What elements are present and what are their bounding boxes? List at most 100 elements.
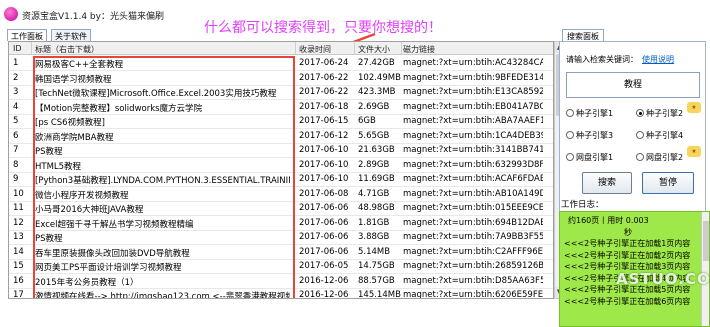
table-row[interactable]: 12 Excel超强千寻千解丛书学习视频教程精编 2017-06-06 1.81GB m… bbox=[9, 216, 553, 231]
row-id: 4 bbox=[13, 101, 19, 112]
row-magnet-link: magnet:?xt=urn:btih:694B12DAB2... bbox=[403, 217, 543, 228]
table-row[interactable]: 17 激情视频在线看--> http://imgshao123.com <--翡翠… bbox=[9, 288, 553, 299]
row-magnet-link: magnet:?xt=urn:btih:ACAF6FDAB9... bbox=[403, 174, 543, 184]
row-size: 11.69GB bbox=[358, 174, 395, 184]
row-id: 12 bbox=[13, 217, 24, 228]
log-scroll-thumb[interactable] bbox=[703, 221, 709, 261]
tab-search-panel[interactable]: 搜索面板 bbox=[562, 29, 604, 41]
row-magnet-link: magnet:?xt=urn:btih:9BFEDE314DF... bbox=[403, 72, 543, 83]
row-magnet-link: magnet:?xt=urn:btih:015EEE9CE02... bbox=[403, 203, 543, 213]
row-size: 4.71GB bbox=[358, 188, 390, 199]
row-date: 2017-06-15 bbox=[299, 116, 349, 126]
row-id: 9 bbox=[13, 174, 19, 184]
row-date: 2017-06-22 bbox=[299, 72, 349, 83]
row-title: 网易极客C++全套教程 bbox=[35, 60, 124, 70]
search-button[interactable]: 搜索 bbox=[582, 172, 632, 194]
radio-netdisk-engine-1[interactable]: 网盘引擎1 bbox=[566, 152, 613, 163]
row-date: 2017-06-06 bbox=[299, 203, 349, 213]
pause-button[interactable]: 暂停 bbox=[642, 172, 694, 194]
row-magnet-link: magnet:?xt=urn:btih:AB10A149DB... bbox=[403, 188, 543, 199]
radio-seed-engine-2[interactable]: 种子引擎2 bbox=[636, 108, 683, 119]
row-magnet-link: magnet:?xt=urn:btih:AC43284CA2... bbox=[403, 58, 543, 68]
row-title: [Python3基础教程].LYNDA.COM.PYTHON.3.ESSENTI… bbox=[35, 176, 290, 186]
col-date-header[interactable]: 收录时间 bbox=[299, 44, 331, 55]
site-watermark: ASTUO.COM bbox=[616, 270, 710, 288]
row-size: 27.42GB bbox=[358, 58, 395, 68]
row-magnet-link: magnet:?xt=urn:btih:1CA4DEB397... bbox=[403, 130, 543, 141]
col-link-header[interactable]: 磁力链接 bbox=[403, 44, 435, 55]
row-magnet-link: magnet:?xt=urn:btih:26859126B... bbox=[403, 261, 543, 271]
radio-icon bbox=[566, 131, 574, 139]
radio-selected-icon bbox=[636, 109, 644, 117]
log-title: 工作日志： bbox=[561, 200, 604, 210]
row-title: 网页美工PS平面设计培训学习视频教程 bbox=[35, 263, 182, 273]
row-id: 1 bbox=[13, 58, 19, 68]
col-size-header[interactable]: 文件大小 bbox=[358, 44, 390, 55]
table-row[interactable]: 4 【Motion完整教程】solidworks魔方云学院 2017-06-18 2.… bbox=[9, 100, 553, 115]
row-date: 2017-06-18 bbox=[299, 101, 349, 112]
row-id: 14 bbox=[13, 246, 24, 257]
table-row[interactable]: 8 HTML5教程 2017-06-10 2.89GB magnet:?xt=urn:b… bbox=[9, 158, 553, 173]
help-link[interactable]: 使用说明 bbox=[642, 55, 674, 64]
search-box: 请输入检索关键词： 使用说明 教程 种子引擎1 种子引擎2 ★ 种子引擎3 种子引… bbox=[559, 41, 706, 217]
row-title: 吞车里原装摄像头改回加装DVD导航教程 bbox=[35, 248, 190, 259]
radio-icon bbox=[636, 153, 644, 161]
row-date: 2017-06-06 bbox=[299, 217, 349, 228]
table-row[interactable]: 7 PS教程 2017-06-10 21.63GB magnet:?xt=urn:bti… bbox=[9, 143, 553, 158]
table-row[interactable]: 11 小马哥2016大神班JAVA教程 2017-06-06 48.98GB magne… bbox=[9, 201, 553, 216]
table-row[interactable]: 5 [ps CS6视频教程] 2017-06-15 6GB magnet:?xt=urn… bbox=[9, 114, 553, 129]
row-size: 5.65GB bbox=[358, 130, 390, 141]
row-id: 7 bbox=[13, 145, 19, 155]
work-log: 约160页丨用时 0.003 秒 <<<2号种子引擎正在加载1页内容 <<<2号种子引… bbox=[559, 211, 710, 327]
radio-seed-engine-4[interactable]: 种子引擎4 bbox=[636, 130, 683, 141]
row-id: 5 bbox=[13, 116, 19, 126]
row-magnet-link: magnet:?xt=urn:btih:C2AFFF96E63... bbox=[403, 246, 543, 257]
row-date: 2016-12-06 bbox=[299, 275, 349, 286]
row-size: 88.57GB bbox=[358, 275, 395, 286]
row-title: Excel超强千寻千解丛书学习视频教程精编 bbox=[35, 219, 194, 230]
radio-seed-engine-3[interactable]: 种子引擎3 bbox=[566, 130, 613, 141]
row-title: PS教程 bbox=[35, 147, 63, 157]
row-magnet-link: magnet:?xt=urn:btih:E13CA8592F9... bbox=[403, 87, 543, 97]
radio-label: 种子引擎2 bbox=[646, 109, 684, 118]
col-title-header[interactable]: 标题（右击下载） bbox=[35, 44, 99, 55]
row-size: 5.14MB bbox=[358, 246, 391, 257]
window-title: 资源宝盒V1.1.4 by：光头猫来偏刷 bbox=[22, 12, 164, 22]
row-magnet-link: magnet:?xt=urn:btih:7A9BB3F555B... bbox=[403, 232, 543, 242]
tab-about[interactable]: 关于软件 bbox=[51, 29, 91, 41]
row-date: 2017-06-12 bbox=[299, 130, 349, 141]
table-row[interactable]: 3 [TechNet微软课程]Microsoft.Office.Excel.200… bbox=[9, 85, 553, 100]
table-row[interactable]: 2 韩国语学习视频教程 2017-06-22 102.49MB magnet:?xt=u… bbox=[9, 71, 553, 86]
radio-icon bbox=[566, 109, 574, 117]
row-title: 小马哥2016大神班JAVA教程 bbox=[35, 205, 144, 215]
row-title: 2015年考公务员教程（1） bbox=[35, 277, 139, 288]
row-title: PS教程 bbox=[35, 234, 63, 244]
row-title: HTML5教程 bbox=[35, 161, 82, 172]
radio-label: 网盘引擎2 bbox=[646, 153, 684, 162]
keyword-input[interactable]: 教程 bbox=[566, 72, 700, 98]
row-id: 17 bbox=[13, 290, 24, 299]
radio-netdisk-engine-2[interactable]: 网盘引擎2 bbox=[636, 152, 683, 163]
table-row[interactable]: 1 网易极客C++全套教程 2017-06-24 27.42GB magnet:?xt=… bbox=[9, 56, 553, 71]
radio-seed-engine-1[interactable]: 种子引擎1 bbox=[566, 108, 613, 119]
log-line: 约160页丨用时 0.003 bbox=[568, 216, 649, 225]
table-row[interactable]: 10 微信小程序开发视频教程 2017-06-08 4.71GB magnet:?xt=… bbox=[9, 187, 553, 202]
row-magnet-link: magnet:?xt=urn:btih:632993D8F01... bbox=[403, 159, 543, 170]
row-size: 1.81GB bbox=[358, 217, 390, 228]
col-id-header[interactable]: ID bbox=[13, 44, 22, 53]
results-table: ID 标题（右击下载） 收录时间 文件大小 磁力链接 1 网易极客C++全套教程 2… bbox=[8, 41, 554, 299]
tab-work-panel[interactable]: 工作面板 bbox=[7, 29, 47, 41]
table-row[interactable]: 6 欧洲商学院MBA教程 2017-06-12 5.65GB magnet:?xt=ur… bbox=[9, 129, 553, 144]
row-title: [ps CS6视频教程] bbox=[35, 118, 105, 128]
row-magnet-link: magnet:?xt=urn:btih:3141BB74128... bbox=[403, 145, 543, 155]
row-date: 2017-06-05 bbox=[299, 261, 349, 271]
headline-annotation: 什么都可以搜索得到，只要你想搜的！ bbox=[204, 20, 442, 36]
title-bar: 资源宝盒V1.1.4 by：光头猫来偏刷 什么都可以搜索得到，只要你想搜的！ bbox=[0, 0, 710, 36]
table-row[interactable]: 9 [Python3基础教程].LYNDA.COM.PYTHON.3.ESSENT… bbox=[9, 172, 553, 187]
log-line: <<<2号种子引擎正在加载6页内容 bbox=[564, 296, 691, 306]
table-row[interactable]: 13 PS教程 2017-06-06 3.88GB magnet:?xt=urn:bti… bbox=[9, 230, 553, 245]
table-row[interactable]: 15 网页美工PS平面设计培训学习视频教程 2017-06-05 14.75GB mag… bbox=[9, 259, 553, 274]
table-row[interactable]: 14 吞车里原装摄像头改回加装DVD导航教程 2017-06-06 5.14MB mag… bbox=[9, 245, 553, 260]
row-id: 13 bbox=[13, 232, 24, 242]
table-row[interactable]: 16 2015年考公务员教程（1） 2016-12-06 88.57GB magnet:… bbox=[9, 274, 553, 289]
